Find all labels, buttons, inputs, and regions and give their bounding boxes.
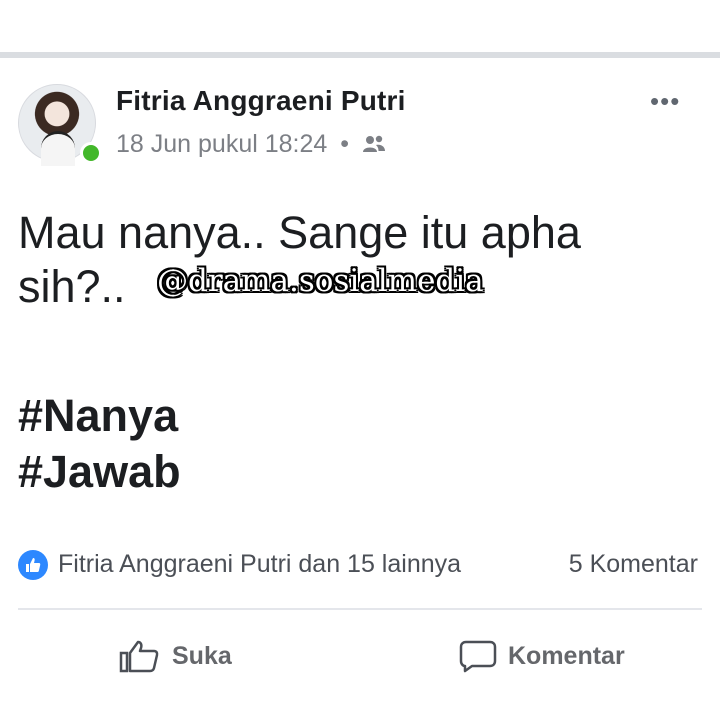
thumbs-up-icon <box>119 640 159 673</box>
like-button[interactable]: Suka <box>118 636 232 676</box>
like-label: Suka <box>172 641 232 670</box>
hashtag-jawab[interactable]: #Jawab <box>18 446 181 498</box>
actions-divider <box>18 608 702 610</box>
like-icon[interactable] <box>18 550 48 580</box>
friends-icon[interactable] <box>362 132 386 161</box>
watermark: @drama.sosialmedia <box>157 263 484 299</box>
comment-button[interactable]: Komentar <box>458 636 625 676</box>
reaction-summary[interactable]: Fitria Anggraeni Putri dan 15 lainnya <box>58 550 461 579</box>
reactions-row: Fitria Anggraeni Putri dan 15 lainnya 5 … <box>18 548 702 584</box>
hashtag-nanya[interactable]: #Nanya <box>18 390 178 442</box>
online-status-indicator <box>80 142 102 164</box>
author-name[interactable]: Fitria Anggraeni Putri <box>116 85 406 117</box>
meta-separator: • <box>340 130 349 158</box>
comment-label: Komentar <box>508 641 625 670</box>
comment-icon <box>459 640 497 673</box>
more-options-button[interactable]: ••• <box>650 86 680 117</box>
post-timestamp[interactable]: 18 Jun pukul 18:24 <box>116 130 327 158</box>
post-card: Fitria Anggraeni Putri 18 Jun pukul 18:2… <box>0 58 720 720</box>
post-meta: 18 Jun pukul 18:24 • <box>116 130 386 161</box>
comment-count[interactable]: 5 Komentar <box>569 550 698 579</box>
